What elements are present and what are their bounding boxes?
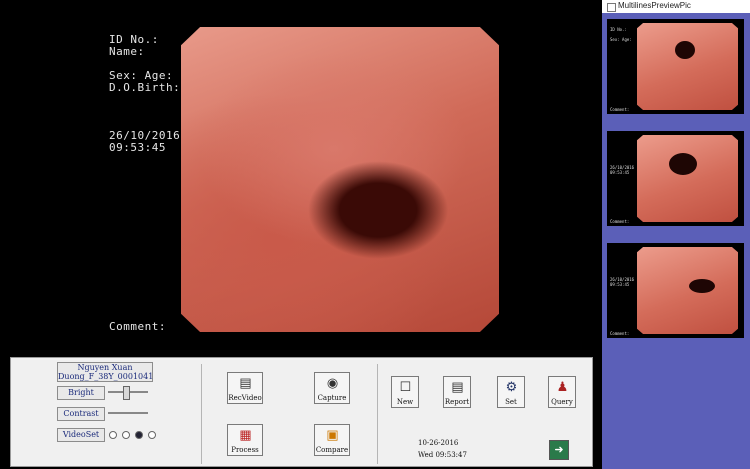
- rec-video-label: RecVideo: [228, 394, 262, 402]
- process-label: Process: [231, 446, 259, 454]
- osd-dob-label: D.O.Birth:: [109, 81, 181, 94]
- thumb-info: Sex: Age:: [610, 37, 632, 42]
- endoscope-image: [181, 27, 499, 332]
- patient-name-line1: Nguyen Xuan: [77, 363, 133, 372]
- clock-datetime: Wed 09:53:47: [418, 451, 467, 459]
- rec-video-button[interactable]: ▤ RecVideo: [227, 372, 263, 404]
- report-button[interactable]: ▤ Report: [443, 376, 471, 408]
- video-panel: ID No.: Name: Sex: Age: D.O.Birth: 26/10…: [88, 9, 514, 349]
- compare-label: Compare: [315, 446, 349, 454]
- lumen: [689, 279, 715, 293]
- patient-button[interactable]: Nguyen Xuan Duong_F_38Y_0001041: [57, 362, 153, 382]
- new-label: New: [396, 398, 414, 406]
- osd-comment-label: Comment:: [109, 320, 166, 333]
- set-button[interactable]: ⚙ Set: [497, 376, 525, 408]
- thumb-comment: Comment:: [610, 219, 630, 224]
- bright-slider-thumb[interactable]: [123, 386, 130, 400]
- thumb-comment: Comment:: [610, 107, 630, 112]
- contrast-button[interactable]: Contrast: [57, 407, 105, 421]
- thumbnail-image: [637, 247, 738, 334]
- capture-label: Capture: [317, 394, 347, 402]
- video-mode-radio-1[interactable]: [109, 431, 117, 439]
- control-panel: Nguyen Xuan Duong_F_38Y_0001041 Bright C…: [10, 357, 593, 467]
- thumbnail-image: [637, 135, 738, 222]
- set-label: Set: [505, 398, 517, 406]
- new-button[interactable]: ☐ New: [391, 376, 419, 408]
- thumbnail-image: [637, 23, 738, 110]
- clock-date: 10-26-2016: [418, 439, 459, 447]
- osd-name-label: Name:: [109, 45, 145, 58]
- report-icon: ▤: [451, 379, 464, 394]
- patient-name-line2: Duong_F_38Y_0001041: [58, 372, 154, 381]
- compare-button[interactable]: ▣ Compare: [314, 424, 350, 456]
- video-mode-radio-2[interactable]: [122, 431, 130, 439]
- exit-button[interactable]: ➜: [549, 440, 569, 460]
- osd-time: 09:53:45: [109, 141, 166, 154]
- thumb-time: 09:53:45: [610, 170, 630, 175]
- rec-video-icon: ▤: [239, 375, 252, 390]
- query-label: Query: [551, 398, 573, 406]
- video-set-button[interactable]: VideoSet: [57, 428, 105, 442]
- exit-icon: ➜: [554, 444, 564, 456]
- capture-button[interactable]: ◉ Capture: [314, 372, 350, 404]
- thumb-time: 09:53:45: [610, 282, 630, 287]
- process-icon: ▦: [239, 427, 252, 442]
- lumen: [669, 153, 697, 175]
- video-mode-radio-3[interactable]: [135, 431, 143, 439]
- lumen: [675, 41, 695, 59]
- thumb-comment: Comment:: [610, 331, 630, 336]
- divider: [201, 364, 202, 464]
- preview-header: MultilinesPreviewPic: [602, 0, 750, 13]
- query-button[interactable]: ♟ Query: [548, 376, 576, 408]
- video-mode-radio-4[interactable]: [148, 431, 156, 439]
- preview-panel: MultilinesPreviewPic ID No.: Sex: Age: C…: [602, 0, 750, 469]
- set-icon: ⚙: [505, 379, 518, 394]
- contrast-slider[interactable]: [108, 412, 148, 414]
- new-icon: ☐: [399, 379, 412, 394]
- preview-thumbnail[interactable]: ID No.: Sex: Age: Comment:: [607, 19, 744, 114]
- compare-icon: ▣: [326, 427, 339, 442]
- report-label: Report: [444, 398, 470, 406]
- bright-button[interactable]: Bright: [57, 386, 105, 400]
- capture-icon: ◉: [326, 375, 339, 390]
- preview-thumbnail[interactable]: 26/10/2016 09:53:45 Comment:: [607, 131, 744, 226]
- preview-checkbox[interactable]: [607, 3, 616, 12]
- preview-title: MultilinesPreviewPic: [618, 1, 691, 10]
- query-icon: ♟: [556, 379, 569, 394]
- divider: [377, 364, 378, 464]
- process-button[interactable]: ▦ Process: [227, 424, 263, 456]
- thumb-id-label: ID No.:: [610, 27, 627, 32]
- preview-thumbnail[interactable]: 26/10/2016 09:53:45 Comment:: [607, 243, 744, 338]
